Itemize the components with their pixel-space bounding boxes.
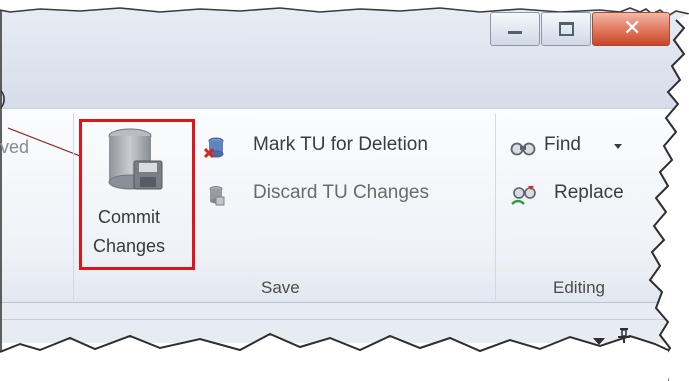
maximize-button[interactable] [541,12,591,46]
replace-button[interactable]: Replace [510,181,650,211]
maximize-icon [559,22,574,36]
dropdown-arrow-icon[interactable] [614,144,622,149]
group-separator [73,114,74,300]
commit-button-label-line1: Commit [98,207,160,227]
group-separator [495,114,496,300]
replace-label: Replace [554,182,624,203]
find-label: Find [544,134,581,155]
find-button[interactable]: Find [510,134,630,162]
partial-group-label: ved [0,137,30,157]
minimize-button[interactable] [490,12,540,46]
save-group-label: Save [261,278,300,297]
close-button[interactable]: ✕ [592,12,670,46]
discard-tu-label: Discard TU Changes [253,182,430,203]
binoculars-icon [510,142,536,156]
minimize-icon [508,31,522,34]
chevron-down-icon[interactable] [593,338,605,345]
database-delete-icon [204,137,224,159]
commit-button-label-line2: Changes [93,236,166,256]
editing-group-label: Editing [553,278,605,297]
discard-tu-changes-button: Discard TU Changes [202,181,487,209]
discard-icon [209,186,225,206]
close-icon: ✕ [623,15,642,40]
mark-tu-for-deletion-button[interactable]: Mark TU for Deletion [202,133,487,161]
replace-icon [511,186,536,205]
pin-icon[interactable] [617,327,631,343]
mark-tu-label: Mark TU for Deletion [253,134,428,155]
database-save-icon [108,128,163,190]
commit-changes-button[interactable]: Commit Changes [85,124,189,264]
ribbon-screenshot: ✕ ved ) Commit Changes Mark TU for Delet… [0,0,689,381]
callout-marker: ) [0,88,6,108]
